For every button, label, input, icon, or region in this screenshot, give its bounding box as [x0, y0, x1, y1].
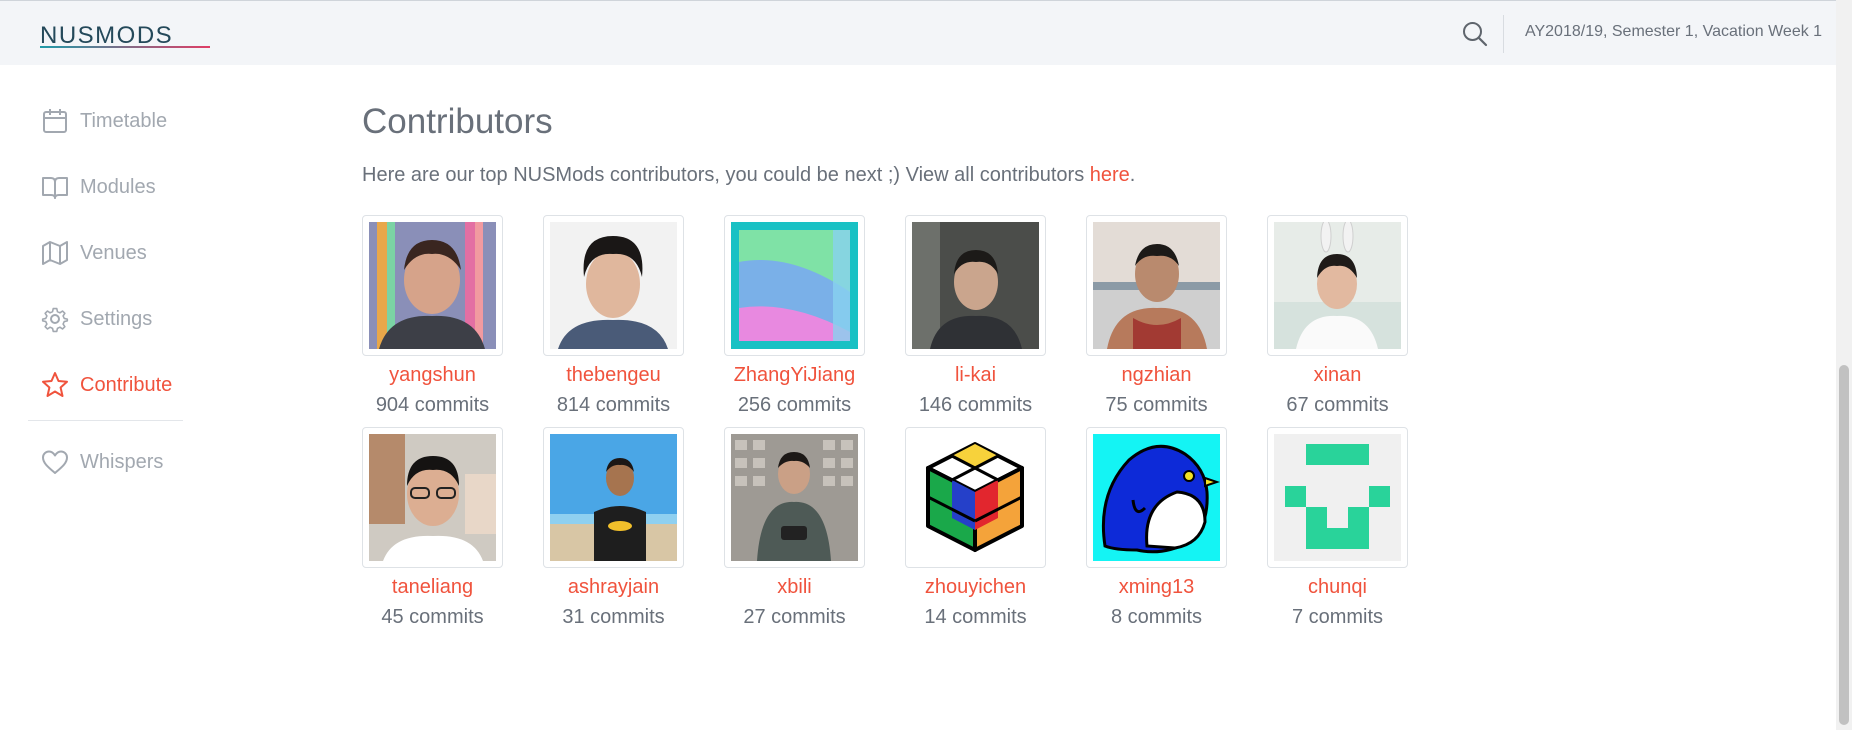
contributor-name[interactable]: thebengeu — [543, 362, 684, 388]
contributor-name[interactable]: ZhangYiJiang — [724, 362, 865, 388]
contributor-card: taneliang 45 commits — [362, 427, 503, 630]
contributor-name[interactable]: li-kai — [905, 362, 1046, 388]
contributor-commits: 45 commits — [381, 606, 484, 628]
contributor-avatar[interactable] — [905, 427, 1046, 568]
contributor-name[interactable]: yangshun — [362, 362, 503, 388]
sidebar-item-whispers[interactable]: Whispers — [28, 429, 183, 495]
sidebar-item-label: Timetable — [80, 109, 168, 132]
gear-icon — [41, 307, 69, 333]
contributors-grid: yangshun 904 commits thebengeu 814 commi… — [362, 215, 1408, 630]
sidebar-item-label: Whispers — [80, 450, 164, 473]
contributor-commits: 75 commits — [1105, 394, 1208, 416]
contributor-avatar[interactable] — [1267, 215, 1408, 356]
sidebar-item-modules[interactable]: Modules — [28, 154, 183, 220]
main-content: Contributors Here are our top NUSMods co… — [362, 100, 1462, 628]
avatar-image — [1093, 222, 1220, 349]
contributor-avatar[interactable] — [905, 215, 1046, 356]
contributor-card: chunqi 7 commits — [1267, 427, 1408, 630]
contributor-commits: 8 commits — [1110, 606, 1203, 628]
intro-body: Here are our top NUSMods contributors, y… — [362, 164, 1090, 186]
avatar-image — [369, 434, 496, 561]
sidebar-item-timetable[interactable]: Timetable — [28, 88, 183, 154]
contributor-commits: 31 commits — [562, 606, 665, 628]
map-icon — [42, 241, 68, 265]
contributor-name[interactable]: xming13 — [1086, 574, 1227, 600]
contributor-avatar[interactable] — [362, 427, 503, 568]
semester-label: AY2018/19, Semester 1, Vacation Week 1 — [1525, 23, 1823, 40]
contributor-card: li-kai 146 commits — [905, 215, 1046, 418]
book-icon — [42, 177, 68, 199]
contributor-avatar[interactable] — [724, 215, 865, 356]
contributor-card: thebengeu 814 commits — [543, 215, 684, 418]
contributor-card: xinan 67 commits — [1267, 215, 1408, 418]
scrollbar-thumb[interactable] — [1839, 365, 1849, 725]
contributor-commits: 814 commits — [556, 394, 671, 416]
sidebar-item-venues[interactable]: Venues — [28, 220, 183, 286]
contributor-commits: 67 commits — [1286, 394, 1389, 416]
contributor-commits: 904 commits — [375, 394, 490, 416]
sidebar-divider — [28, 420, 183, 421]
sidebar-item-label: Venues — [80, 241, 147, 264]
sidebar-item-settings[interactable]: Settings — [28, 286, 183, 352]
sidebar-item-label: Modules — [80, 175, 156, 198]
avatar-image — [1274, 434, 1401, 561]
avatar-image — [912, 434, 1039, 561]
page-title: Contributors — [362, 102, 553, 141]
page-scrollbar[interactable] — [1836, 0, 1852, 730]
nusmods-logo[interactable]: NUSMODS — [40, 19, 210, 49]
avatar-image — [731, 434, 858, 561]
top-navbar: NUSMODS AY2018/19, Semester 1, Vacation … — [0, 0, 1836, 65]
contributor-card: xbili 27 commits — [724, 427, 865, 630]
contributor-name[interactable]: zhouyichen — [905, 574, 1046, 600]
contributor-name[interactable]: chunqi — [1267, 574, 1408, 600]
contributor-name[interactable]: xbili — [724, 574, 865, 600]
avatar-image — [912, 222, 1039, 349]
sidebar-item-label: Contribute — [80, 373, 173, 396]
contributor-name[interactable]: taneliang — [362, 574, 503, 600]
avatar-image — [550, 434, 677, 561]
contributor-avatar[interactable] — [1086, 215, 1227, 356]
contributor-commits: 146 commits — [918, 394, 1033, 416]
calendar-icon — [43, 109, 67, 133]
contributor-commits: 7 commits — [1291, 606, 1384, 628]
heart-icon — [42, 450, 68, 474]
intro-end: . — [1129, 164, 1136, 186]
contributor-name[interactable]: xinan — [1267, 362, 1408, 388]
contributor-card: zhouyichen 14 commits — [905, 427, 1046, 630]
contributor-avatar[interactable] — [1086, 427, 1227, 568]
star-icon — [42, 372, 68, 397]
contributor-card: ZhangYiJiang 256 commits — [724, 215, 865, 418]
contributor-commits: 256 commits — [737, 394, 852, 416]
contributor-commits: 14 commits — [924, 606, 1027, 628]
contributor-avatar[interactable] — [1267, 427, 1408, 568]
avatar-image — [369, 222, 496, 349]
intro-text: Here are our top NUSMods contributors, y… — [362, 164, 1462, 187]
contributor-avatar[interactable] — [543, 427, 684, 568]
sidebar-item-label: Settings — [80, 307, 153, 330]
navbar-divider — [1503, 15, 1504, 53]
contributor-avatar[interactable] — [362, 215, 503, 356]
contributor-avatar[interactable] — [543, 215, 684, 356]
contributor-commits: 27 commits — [743, 606, 846, 628]
contributor-card: yangshun 904 commits — [362, 215, 503, 418]
avatar-image — [731, 222, 858, 349]
contributor-card: ashrayjain 31 commits — [543, 427, 684, 630]
logo-text: NUSMODS — [40, 22, 173, 49]
avatar-image — [550, 222, 677, 349]
contributor-name[interactable]: ngzhian — [1086, 362, 1227, 388]
contributor-card: ngzhian 75 commits — [1086, 215, 1227, 418]
contributor-avatar[interactable] — [724, 427, 865, 568]
search-icon[interactable] — [1460, 19, 1490, 49]
view-all-contributors-link[interactable]: here — [1090, 164, 1130, 186]
contributor-name[interactable]: ashrayjain — [543, 574, 684, 600]
sidebar-item-contribute[interactable]: Contribute — [28, 352, 183, 418]
sidebar-nav: Timetable Modules Venues Settings Contri… — [28, 88, 183, 495]
contributor-card: xming13 8 commits — [1086, 427, 1227, 630]
avatar-image — [1274, 222, 1401, 349]
avatar-image — [1093, 434, 1220, 561]
